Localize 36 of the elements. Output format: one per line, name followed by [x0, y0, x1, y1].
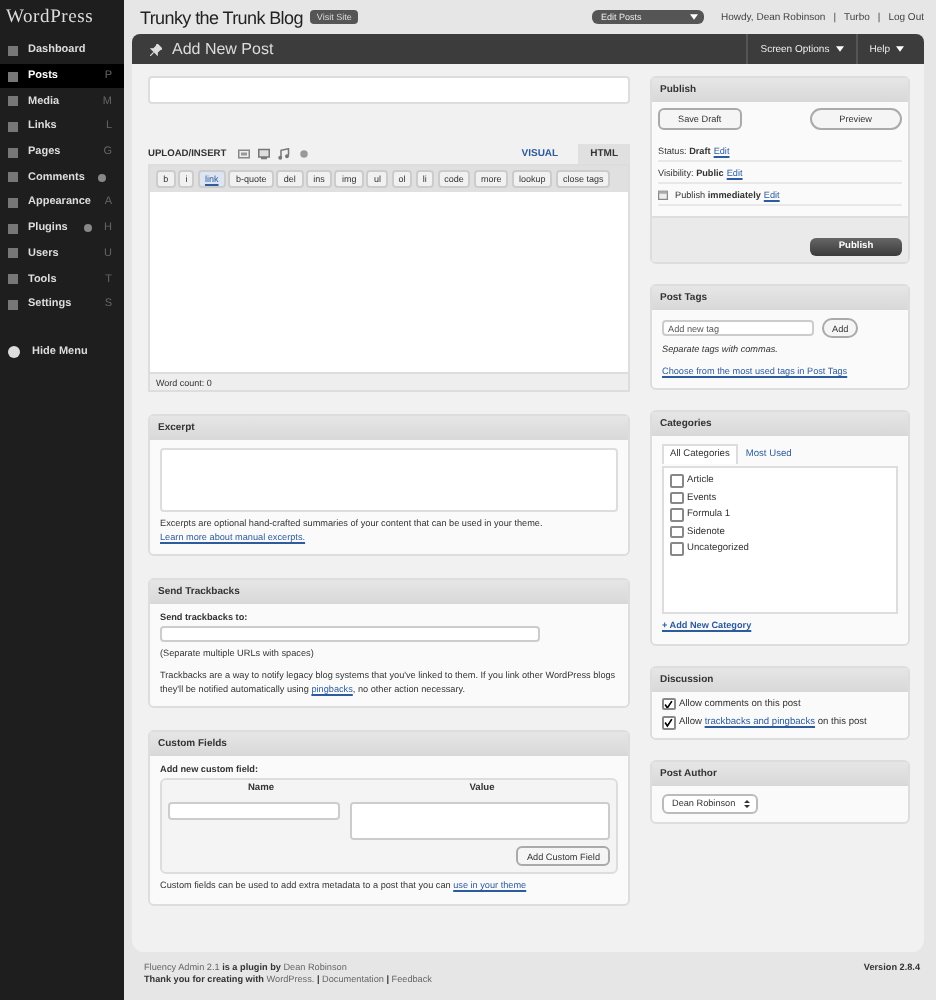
- checkbox[interactable]: [662, 716, 675, 730]
- square-icon: [8, 96, 18, 107]
- caret-icon: [896, 46, 904, 52]
- trackbacks-field[interactable]: [160, 626, 540, 643]
- logo: WordPress: [4, 6, 96, 32]
- square-icon: [8, 223, 18, 234]
- checkbox[interactable]: [670, 508, 683, 522]
- checkbox[interactable]: [670, 474, 683, 488]
- calendar-icon: [658, 189, 668, 199]
- title-field[interactable]: [148, 76, 630, 104]
- value-field[interactable]: [350, 802, 610, 841]
- caret-icon: [689, 14, 698, 20]
- square-icon: [8, 71, 18, 82]
- circle-icon: [8, 345, 20, 358]
- video-icon: [258, 148, 271, 160]
- name-field[interactable]: [168, 802, 340, 821]
- square-icon: [8, 121, 18, 132]
- checkbox[interactable]: [670, 525, 683, 539]
- square-icon: [8, 248, 18, 259]
- checkbox[interactable]: [662, 697, 675, 711]
- music-icon: [278, 148, 291, 160]
- square-icon: [8, 147, 18, 158]
- checkbox[interactable]: [670, 542, 683, 556]
- square-icon: [8, 45, 18, 56]
- square-icon: [8, 172, 18, 183]
- image-icon: [238, 148, 251, 160]
- checkbox[interactable]: [670, 491, 683, 505]
- blog-title: Trunky the Trunk Blog: [140, 7, 303, 27]
- page-title: Add New Post: [172, 40, 274, 58]
- pin-icon: [150, 43, 162, 55]
- caret-icon: [835, 46, 844, 52]
- square-icon: [8, 197, 18, 208]
- square-icon: [8, 299, 18, 310]
- up-down-arrows-icon: [743, 799, 750, 808]
- square-icon: [8, 274, 18, 285]
- excerpt-field[interactable]: [160, 448, 618, 512]
